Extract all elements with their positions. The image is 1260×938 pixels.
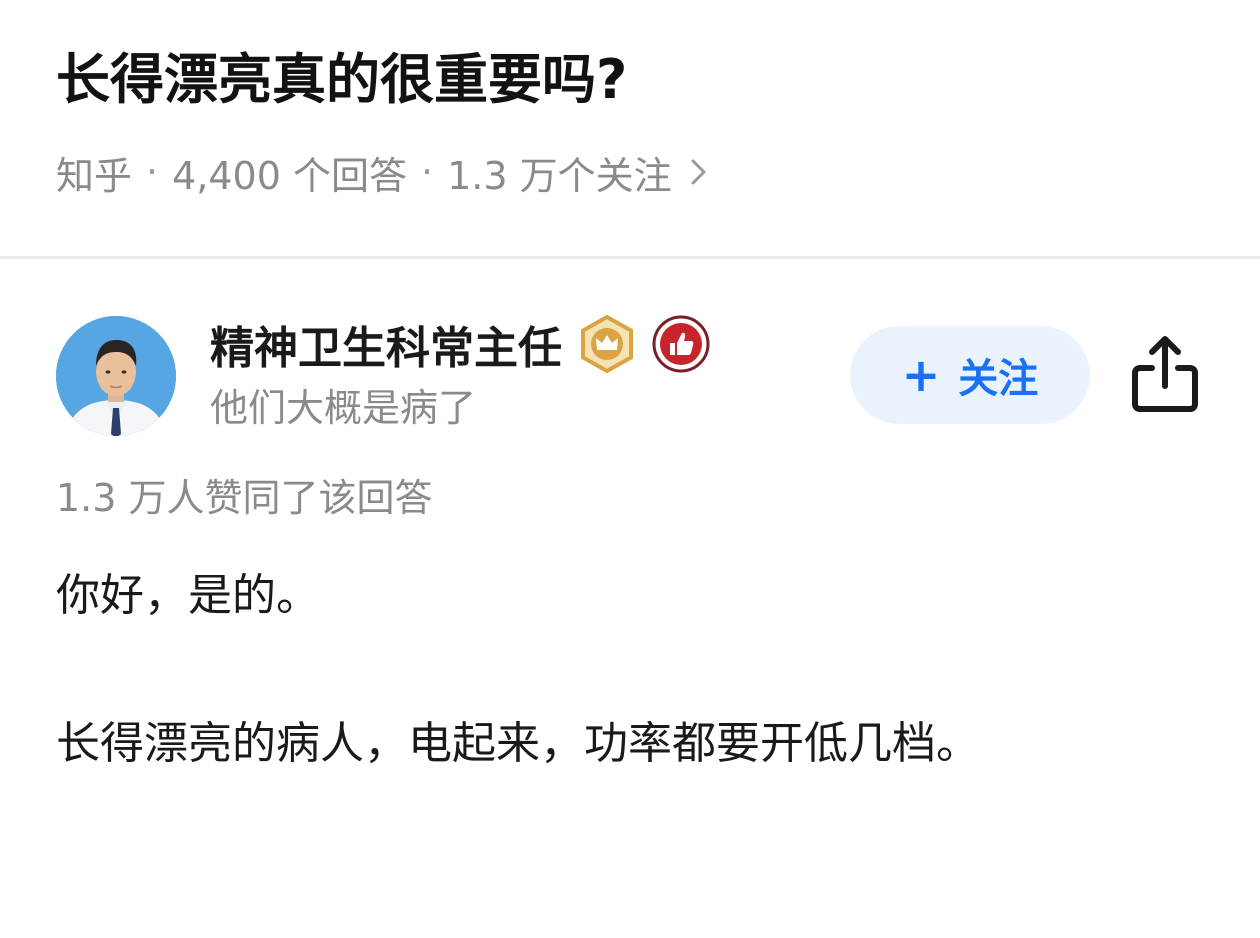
follow-button-label: 关注 (958, 356, 1039, 402)
author-name-row[interactable]: 精神卫生科常主任 (210, 312, 710, 376)
share-icon[interactable] (1128, 332, 1202, 416)
followers-count: 1.3 万个关注 (447, 153, 672, 198)
answer-paragraph: 长得漂亮的病人，电起来，功率都要开低几档。 (56, 718, 980, 769)
crown-badge-icon (578, 314, 636, 374)
meta-separator: · (420, 150, 434, 194)
follow-button[interactable]: + 关注 (850, 326, 1090, 424)
vote-count: 1.3 万人赞同了该回答 (56, 476, 433, 520)
author-avatar[interactable] (56, 316, 176, 436)
source-label: 知乎 (56, 153, 133, 198)
author-name: 精神卫生科常主任 (210, 323, 562, 374)
question-title: 长得漂亮真的很重要吗? (56, 48, 628, 111)
plus-icon: + (901, 348, 941, 402)
meta-separator: · (146, 150, 159, 194)
chevron-right-icon[interactable] (690, 157, 708, 187)
answer-content: 你好，是的。 长得漂亮的病人，电起来，功率都要开低几档。 (56, 560, 1206, 780)
author-bio: 他们大概是病了 (210, 386, 477, 430)
answers-count: 4,400 个回答 (172, 153, 407, 198)
question-meta[interactable]: 知乎 · 4,400 个回答 · 1.3 万个关注 (56, 142, 708, 202)
thumbs-up-badge-icon (652, 315, 710, 373)
section-divider (0, 256, 1260, 259)
answer-paragraph: 你好，是的。 (56, 570, 320, 621)
